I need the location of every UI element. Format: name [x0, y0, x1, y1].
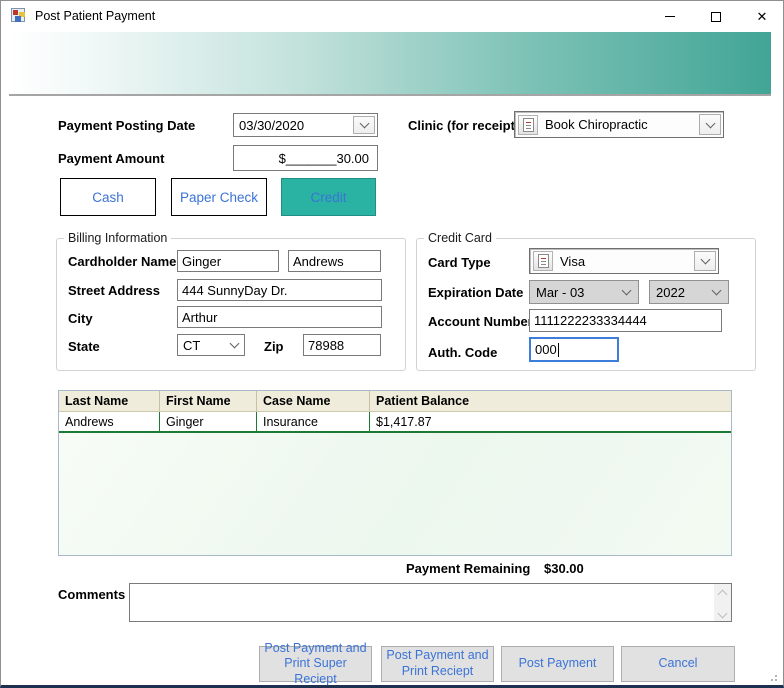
patient-grid: Last Name First Name Case Name Patient B… — [58, 390, 732, 556]
cardholder-last-name-value: Andrews — [293, 253, 344, 269]
app-icon — [11, 8, 27, 24]
cardholder-last-name-field[interactable]: Andrews — [288, 250, 381, 272]
column-header[interactable]: Last Name — [59, 391, 160, 411]
credit-card-group-label: Credit Card — [424, 231, 496, 245]
window-title: Post Patient Payment — [35, 9, 156, 23]
city-field[interactable]: Arthur — [177, 306, 382, 328]
chevron-down-icon[interactable] — [224, 338, 244, 349]
chevron-down-icon[interactable] — [614, 285, 638, 296]
card-type-dropdown[interactable]: Visa — [529, 248, 719, 274]
street-address-value: 444 SunnyDay Dr. — [182, 282, 288, 298]
text-cursor — [557, 342, 559, 357]
clinic-value: Book Chiropractic — [545, 117, 648, 132]
paper-check-button-label: Paper Check — [179, 189, 259, 205]
minimize-button[interactable] — [647, 1, 693, 32]
zip-label: Zip — [264, 339, 284, 354]
card-type-value: Visa — [560, 253, 586, 269]
state-label: State — [68, 339, 100, 354]
table-row[interactable]: Andrews Ginger Insurance $1,417.87 — [59, 412, 731, 433]
state-value: CT — [183, 337, 201, 353]
account-number-value: 1111222233334444 — [534, 313, 647, 328]
cardholder-name-label: Cardholder Name — [68, 254, 177, 269]
expiration-date-label: Expiration Date — [428, 285, 524, 300]
post-payment-print-receipt-button[interactable]: Post Payment and Print Reciept — [381, 646, 494, 682]
comments-label: Comments — [58, 587, 126, 602]
auth-code-field[interactable]: 000 — [529, 337, 619, 362]
column-header[interactable]: Patient Balance — [370, 391, 731, 411]
credit-button[interactable]: Credit — [281, 178, 376, 216]
document-icon — [533, 251, 553, 271]
post-payment-print-receipt-label: Post Payment and Print Reciept — [386, 648, 489, 678]
cash-button-label: Cash — [92, 189, 124, 205]
chevron-down-icon[interactable] — [699, 114, 721, 135]
post-payment-label: Post Payment — [518, 656, 597, 671]
chevron-down-icon[interactable] — [694, 251, 716, 271]
cancel-button[interactable]: Cancel — [621, 646, 735, 682]
comments-field[interactable] — [129, 583, 732, 622]
city-value: Arthur — [182, 309, 218, 325]
credit-button-label: Credit — [310, 189, 347, 205]
comments-value — [130, 584, 714, 621]
expiration-year-dropdown[interactable]: 2022 — [649, 280, 729, 304]
scroll-down-icon[interactable] — [717, 608, 728, 619]
cell-first-name: Ginger — [160, 412, 257, 431]
city-label: City — [68, 311, 93, 326]
post-patient-payment-window: Post Patient Payment ✕ Payment Posting D… — [0, 0, 784, 688]
account-number-label: Account Number — [428, 314, 533, 329]
post-payment-button[interactable]: Post Payment — [501, 646, 614, 682]
street-address-field[interactable]: 444 SunnyDay Dr. — [177, 279, 382, 301]
cardholder-first-name-value: Ginger — [182, 253, 222, 269]
clinic-dropdown[interactable]: Book Chiropractic — [514, 111, 724, 138]
grid-header-row: Last Name First Name Case Name Patient B… — [59, 391, 731, 412]
payment-amount-label: Payment Amount — [58, 151, 165, 166]
expiration-month-value: Mar - 03 — [536, 284, 585, 300]
paper-check-button[interactable]: Paper Check — [171, 178, 267, 216]
close-button[interactable]: ✕ — [739, 1, 783, 32]
maximize-icon — [711, 11, 721, 22]
close-icon: ✕ — [756, 9, 768, 24]
column-header[interactable]: First Name — [160, 391, 257, 411]
chevron-down-icon[interactable] — [704, 285, 728, 296]
cell-case-name: Insurance — [257, 412, 370, 431]
scroll-up-icon[interactable] — [717, 589, 728, 600]
document-icon — [518, 114, 538, 135]
column-header[interactable]: Case Name — [257, 391, 370, 411]
expiration-month-dropdown[interactable]: Mar - 03 — [529, 280, 639, 304]
cardholder-first-name-field[interactable]: Ginger — [177, 250, 279, 272]
cancel-label: Cancel — [658, 656, 698, 671]
payment-remaining-label: Payment Remaining — [406, 561, 531, 576]
payment-remaining-value: $30.00 — [544, 561, 584, 576]
card-type-label: Card Type — [428, 255, 491, 270]
post-payment-super-receipt-button[interactable]: Post Payment and Print Super Reciept — [259, 641, 372, 685]
payment-amount-value: $_______30.00 — [278, 150, 369, 166]
maximize-button[interactable] — [693, 1, 739, 32]
expiration-year-value: 2022 — [656, 284, 685, 300]
zip-value: 78988 — [308, 337, 345, 353]
clinic-label: Clinic (for receipt) — [408, 118, 520, 133]
zip-field[interactable]: 78988 — [303, 334, 381, 356]
payment-amount-field[interactable]: $_______30.00 — [233, 145, 378, 171]
auth-code-label: Auth. Code — [428, 345, 498, 360]
minimize-icon — [665, 16, 675, 17]
billing-group-label: Billing Information — [64, 231, 172, 245]
chevron-down-icon[interactable] — [353, 116, 375, 134]
comments-scrollbar[interactable] — [714, 584, 731, 621]
state-dropdown[interactable]: CT — [177, 334, 245, 356]
post-payment-super-receipt-label: Post Payment and Print Super Reciept — [264, 640, 367, 686]
header-banner — [9, 32, 771, 96]
posting-date-value: 03/30/2020 — [239, 117, 305, 133]
account-number-field[interactable]: 1111222233334444 — [529, 309, 722, 332]
resize-grip[interactable] — [767, 671, 777, 681]
posting-date-dropdown[interactable]: 03/30/2020 — [233, 113, 378, 137]
street-address-label: Street Address — [68, 283, 160, 298]
cash-button[interactable]: Cash — [60, 178, 156, 216]
title-bar: Post Patient Payment ✕ — [1, 1, 783, 32]
posting-date-label: Payment Posting Date — [58, 118, 196, 133]
auth-code-value: 000 — [535, 342, 557, 357]
cell-patient-balance: $1,417.87 — [376, 415, 432, 429]
cell-last-name: Andrews — [59, 412, 160, 431]
